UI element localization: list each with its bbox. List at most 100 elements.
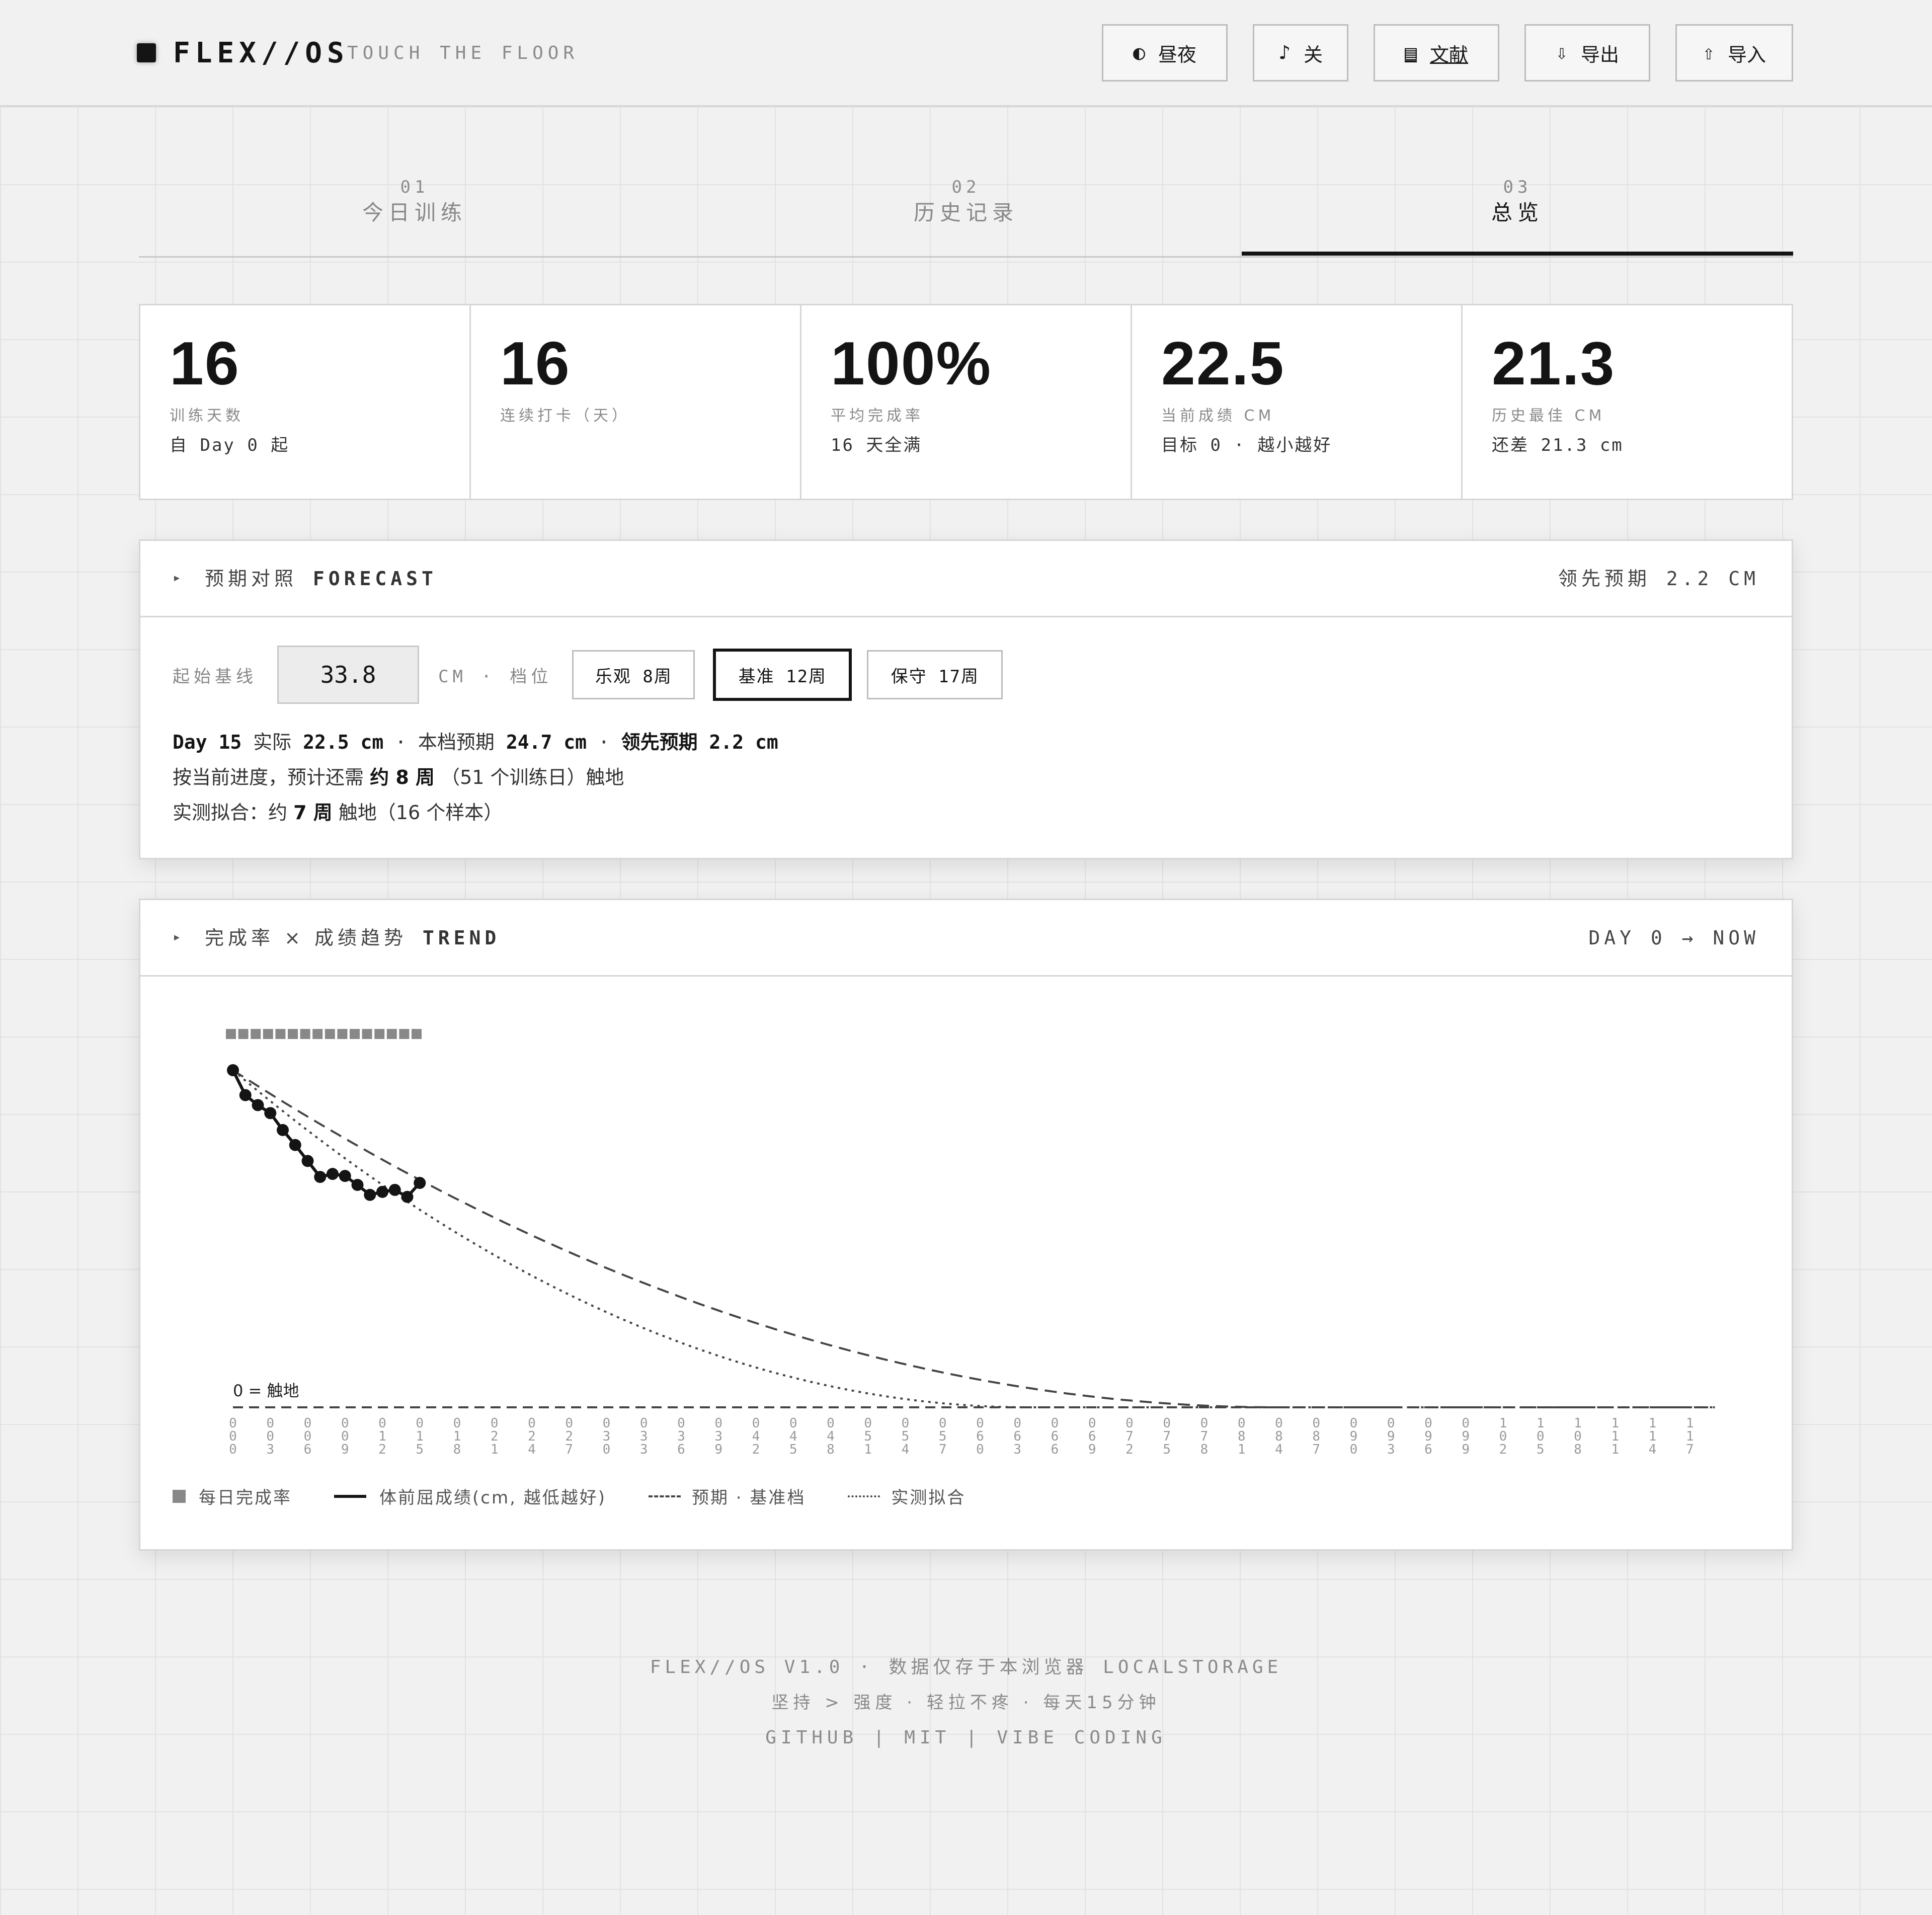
score-point bbox=[239, 1089, 252, 1101]
trend-title: 完成率 × 成绩趋势 TREND bbox=[205, 926, 500, 949]
sound-toggle-button[interactable]: ♪ 关 bbox=[1253, 24, 1348, 82]
legend-fit-label: 实测拟合 bbox=[891, 1488, 966, 1508]
plan-optimistic-button[interactable]: 乐观 8周 bbox=[572, 650, 695, 699]
completion-bar bbox=[288, 1029, 298, 1039]
forecast-day: Day 15 bbox=[173, 731, 242, 753]
x-tick-label: 036 bbox=[677, 1416, 685, 1457]
collapse-arrow-icon[interactable]: ▸ bbox=[173, 928, 181, 945]
active-tab-indicator bbox=[1242, 252, 1793, 256]
x-tick-label: 093 bbox=[1387, 1416, 1395, 1457]
export-label: 导出 bbox=[1581, 43, 1620, 66]
score-point bbox=[277, 1124, 289, 1136]
eta-prefix: 按当前进度，预计还需 bbox=[173, 766, 364, 788]
fit-prefix: 实测拟合：约 bbox=[173, 802, 288, 824]
completion-bar bbox=[325, 1029, 335, 1039]
x-tick-label: 012 bbox=[378, 1416, 386, 1457]
stat-label: 训练天数 bbox=[170, 407, 244, 425]
x-tick-label: 033 bbox=[640, 1416, 648, 1457]
x-tick-label: 066 bbox=[1051, 1416, 1059, 1457]
stat-sub: 16 天全满 bbox=[831, 435, 922, 455]
references-button[interactable]: ▤ 文献 bbox=[1374, 24, 1499, 82]
completion-bar bbox=[275, 1029, 286, 1039]
legend-completion-label: 每日完成率 bbox=[199, 1488, 292, 1508]
score-point bbox=[414, 1176, 426, 1189]
x-tick-label: 063 bbox=[1013, 1416, 1021, 1457]
forecast-eta-line: 按当前进度，预计还需 约 8 周 （51 个训练日）触地 bbox=[173, 765, 624, 789]
top-bar: FLEX//OS TOUCH THE FLOOR ◐ 昼夜 ♪ 关 ▤ 文献 ⇩… bbox=[0, 0, 1932, 107]
import-button[interactable]: ⇧ 导入 bbox=[1675, 24, 1793, 82]
export-button[interactable]: ⇩ 导出 bbox=[1524, 24, 1650, 82]
plan-conservative-button[interactable]: 保守 17周 bbox=[867, 650, 1003, 699]
plan-curve bbox=[232, 1069, 1715, 1408]
x-tick-label: 018 bbox=[453, 1416, 461, 1457]
baseline-input[interactable]: 33.8 bbox=[277, 646, 419, 704]
legend-plan-swatch bbox=[648, 1495, 681, 1497]
app-logo[interactable]: FLEX//OS bbox=[173, 38, 349, 68]
x-tick-label: 042 bbox=[752, 1416, 760, 1457]
score-point bbox=[327, 1168, 339, 1180]
score-point bbox=[289, 1139, 301, 1151]
forecast-lead: 领先预期 2.2 CM bbox=[1558, 568, 1759, 590]
x-tick-label: 024 bbox=[528, 1416, 536, 1457]
x-tick-label: 039 bbox=[714, 1416, 722, 1457]
tab-number: 01 bbox=[400, 177, 429, 197]
half-circle-icon: ◐ bbox=[1133, 41, 1146, 64]
x-tick-label: 054 bbox=[902, 1416, 910, 1457]
x-tick-label: 108 bbox=[1574, 1416, 1582, 1457]
completion-bar bbox=[300, 1029, 310, 1039]
stat-label: 连续打卡（天） bbox=[500, 407, 630, 425]
forecast-title-en: FORECAST bbox=[312, 568, 437, 590]
completion-bar bbox=[263, 1029, 273, 1039]
score-point bbox=[376, 1185, 388, 1198]
stat-label: 平均完成率 bbox=[831, 407, 924, 425]
sound-toggle-label: 关 bbox=[1304, 43, 1323, 66]
footer-links[interactable]: GITHUB | MIT | VIBE CODING bbox=[0, 1727, 1932, 1749]
forecast-fit-line: 实测拟合：约 7 周 触地（16 个样本） bbox=[173, 801, 503, 825]
completion-bar bbox=[412, 1029, 422, 1039]
download-arrow-icon: ⇩ bbox=[1555, 41, 1568, 64]
score-point bbox=[314, 1171, 327, 1183]
baseline-label: 起始基线 bbox=[173, 666, 257, 687]
x-tick-label: 069 bbox=[1088, 1416, 1096, 1457]
theme-toggle-button[interactable]: ◐ 昼夜 bbox=[1102, 24, 1228, 82]
x-tick-label: 006 bbox=[304, 1416, 312, 1457]
forecast-controls: 起始基线 33.8 CM · 档位 乐观 8周 基准 12周 保守 17周 bbox=[173, 646, 1003, 704]
score-line bbox=[231, 1069, 421, 1199]
completion-bar bbox=[374, 1029, 385, 1039]
legend-fit-swatch bbox=[848, 1495, 880, 1497]
eta-weeks: 约 8 周 bbox=[370, 766, 435, 788]
forecast-card-header: ▸ 预期对照 FORECAST 领先预期 2.2 CM bbox=[140, 541, 1792, 617]
plan-value: 24.7 cm bbox=[506, 731, 587, 753]
completion-bar bbox=[251, 1029, 261, 1039]
plan-baseline-button[interactable]: 基准 12周 bbox=[713, 649, 852, 701]
x-tick-label: 102 bbox=[1499, 1416, 1507, 1457]
collapse-arrow-icon[interactable]: ▸ bbox=[173, 569, 181, 586]
footer-version: FLEX//OS V1.0 · 数据仅存于本浏览器 LOCALSTORAGE bbox=[650, 1657, 1282, 1678]
footer-motto: 坚持 > 强度 · 轻拉不疼 · 每天15分钟 bbox=[771, 1693, 1161, 1713]
fit-weeks: 7 周 bbox=[293, 802, 333, 824]
tab-today[interactable]: 01 今日训练 bbox=[139, 166, 690, 258]
trend-card-header: ▸ 完成率 × 成绩趋势 TREND DAY 0 → NOW bbox=[140, 900, 1792, 977]
x-tick-label: 048 bbox=[827, 1416, 835, 1457]
score-point bbox=[388, 1183, 401, 1196]
x-tick-label: 084 bbox=[1275, 1416, 1283, 1457]
x-tick-label: 114 bbox=[1649, 1416, 1657, 1457]
stat-current-score: 22.5 当前成绩 CM 目标 0 · 越小越好 bbox=[1132, 305, 1463, 499]
stat-value: 21.3 bbox=[1492, 329, 1616, 397]
legend-plan-label: 预期 · 基准档 bbox=[691, 1488, 806, 1508]
tab-overview[interactable]: 03 总览 bbox=[1242, 166, 1793, 258]
eta-suffix: （51 个训练日）触地 bbox=[441, 766, 624, 788]
tab-history[interactable]: 02 历史记录 bbox=[690, 166, 1242, 258]
logo-square-icon bbox=[137, 43, 156, 62]
x-tick-label: 060 bbox=[976, 1416, 984, 1457]
forecast-title-cn: 预期对照 bbox=[205, 568, 298, 590]
x-tick-label: 087 bbox=[1312, 1416, 1320, 1457]
x-tick-label: 105 bbox=[1537, 1416, 1545, 1457]
stats-panel: 16 训练天数 自 Day 0 起 16 连续打卡（天） 100% 平均完成率 … bbox=[139, 304, 1793, 500]
x-tick-label: 027 bbox=[565, 1416, 573, 1457]
x-tick-label: 117 bbox=[1686, 1416, 1694, 1457]
completion-bar bbox=[337, 1029, 348, 1039]
plan-label: 本档预期 bbox=[418, 731, 495, 753]
trend-card: ▸ 完成率 × 成绩趋势 TREND DAY 0 → NOW 0 = 触地 0 0 0… bbox=[139, 899, 1793, 1551]
x-tick-label: 021 bbox=[491, 1416, 499, 1457]
